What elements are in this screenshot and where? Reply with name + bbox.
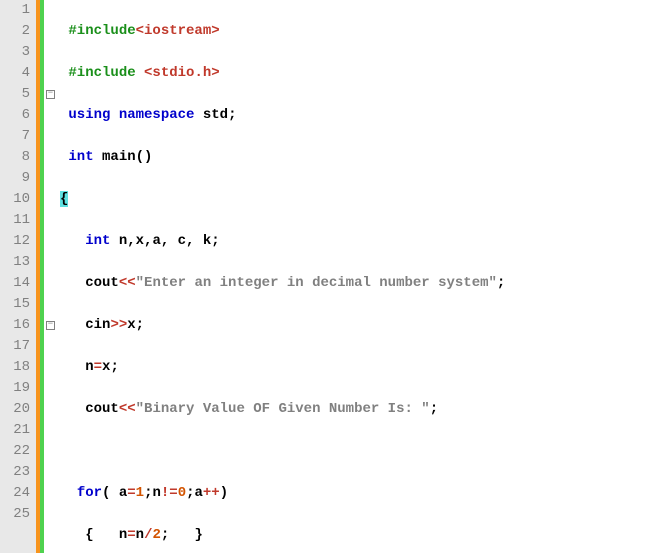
identifier: x [127,317,135,333]
identifier: n [152,485,160,501]
code-line: cout<<"Binary Value OF Given Number Is: … [60,399,647,420]
operator: << [119,401,136,417]
line-number: 1 [0,0,30,21]
code-line [60,441,647,462]
line-number: 19 [0,378,30,399]
identifier: n [85,359,93,375]
preprocessor: #include [68,23,135,39]
code-line: { n=n/2; } [60,525,647,546]
line-number: 17 [0,336,30,357]
identifier: cout [85,275,119,291]
line-number: 2 [0,21,30,42]
keyword: int [68,149,93,165]
line-number: 10 [0,189,30,210]
code-line: #include <stdio.h> [60,63,647,84]
number: 2 [152,527,160,543]
line-number: 11 [0,210,30,231]
code-line: int n,x,a, c, k; [60,231,647,252]
code-line: n=x; [60,357,647,378]
line-number: 3 [0,42,30,63]
line-number: 12 [0,231,30,252]
line-number: 16 [0,315,30,336]
identifier: cin [85,317,110,333]
punct: ( [102,485,119,501]
punct: ; [211,233,219,249]
include-header: <iostream> [136,23,220,39]
operator: ++ [203,485,220,501]
line-number: 23 [0,462,30,483]
identifier: cout [85,401,119,417]
keyword: int [85,233,110,249]
code-line: { [60,189,647,210]
line-number-gutter: 1 2 3 4 5 6 7 8 9 10 11 12 13 14 15 16 1… [0,0,36,553]
punct: () [136,149,153,165]
identifier: main [102,149,136,165]
brace-open: { [60,191,68,207]
line-number: 22 [0,441,30,462]
code-editor: 1 2 3 4 5 6 7 8 9 10 11 12 13 14 15 16 1… [0,0,647,553]
punct: ; [136,317,144,333]
fold-column [44,0,58,553]
punct: ) [220,485,228,501]
change-bars [36,0,44,553]
code-line: cin>>x; [60,315,647,336]
identifier: std [203,107,228,123]
number: 0 [178,485,186,501]
preprocessor: #include [68,65,144,81]
space [169,527,194,543]
code-line: cout<<"Enter an integer in decimal numbe… [60,273,647,294]
operator: = [94,359,102,375]
code-line: for( a=1;n!=0;a++) [60,483,647,504]
fold-toggle-icon[interactable] [46,321,55,330]
code-line: using namespace std; [60,105,647,126]
operator: = [127,485,135,501]
code-line: #include<iostream> [60,21,647,42]
string-literal: "Enter an integer in decimal number syst… [136,275,497,291]
line-number: 9 [0,168,30,189]
line-number: 7 [0,126,30,147]
line-number: 8 [0,147,30,168]
keyword: for [77,485,102,501]
line-number: 18 [0,357,30,378]
fold-toggle-icon[interactable] [46,90,55,99]
punct: ; [186,485,194,501]
keyword: namespace [119,107,195,123]
line-number: 20 [0,399,30,420]
line-number: 5 [0,84,30,105]
code-line: int main() [60,147,647,168]
string-literal: "Binary Value OF Given Number Is: " [136,401,430,417]
line-number: 4 [0,63,30,84]
operator: != [161,485,178,501]
line-number: 6 [0,105,30,126]
line-number: 21 [0,420,30,441]
line-number: 24 [0,483,30,504]
punct: ; [110,359,118,375]
keyword: using [68,107,110,123]
brace-open: { [85,527,93,543]
operator: << [119,275,136,291]
operator: = [127,527,135,543]
operator: >> [110,317,127,333]
space [94,527,119,543]
punct: ; [228,107,236,123]
identifier: n,x,a, c, k [119,233,211,249]
punct: ; [497,275,505,291]
line-number: 25 [0,504,30,525]
line-number: 14 [0,273,30,294]
include-header: <stdio.h> [144,65,220,81]
identifier: n [136,527,144,543]
identifier: a [195,485,203,501]
line-number: 15 [0,294,30,315]
line-number: 13 [0,252,30,273]
number: 1 [136,485,144,501]
identifier: a [119,485,127,501]
brace-close: } [195,527,203,543]
punct: ; [430,401,438,417]
code-area[interactable]: #include<iostream> #include <stdio.h> us… [58,0,647,553]
identifier: n [119,527,127,543]
